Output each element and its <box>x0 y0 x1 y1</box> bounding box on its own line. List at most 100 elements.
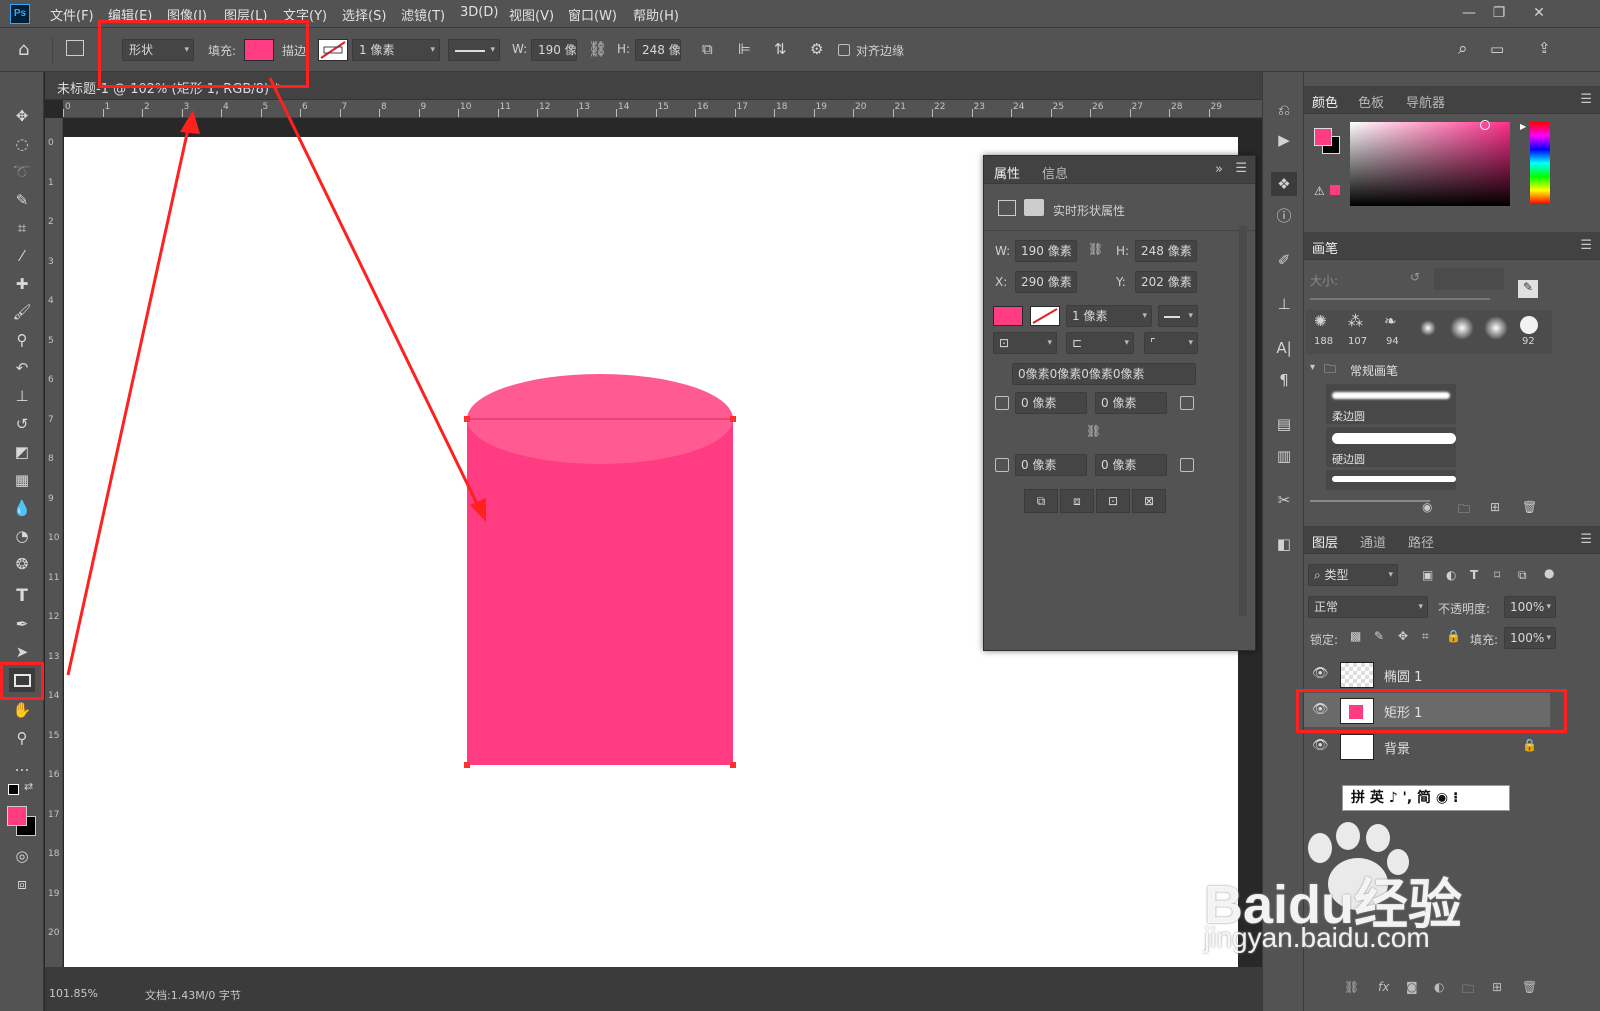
document-size-status[interactable]: 文档:1.43M/0 字节 <box>145 987 241 1003</box>
shape-filter-icon[interactable]: ⌑ <box>1494 568 1500 582</box>
lock-pixels-icon[interactable]: ✎ <box>1374 629 1384 643</box>
prop-height-field[interactable]: 248 像素 <box>1135 240 1197 262</box>
path-combine-icon[interactable]: ⧉ <box>1024 489 1058 513</box>
close-icon[interactable]: ✕ <box>1524 2 1554 24</box>
link-icon[interactable]: ⛓ <box>1088 242 1103 256</box>
layer-name[interactable]: 背景 <box>1384 738 1410 757</box>
width-field[interactable]: 190 像素 <box>531 39 577 61</box>
brush-settings-icon[interactable]: ✐ <box>1271 248 1297 272</box>
corner-tl-field[interactable]: 0 像素 <box>1015 392 1087 414</box>
eyedropper-tool-icon[interactable]: ⁄ <box>9 244 35 268</box>
notes-icon[interactable]: ▥ <box>1271 444 1297 468</box>
brush-size-slider[interactable] <box>1310 298 1490 300</box>
zoom-tool-icon[interactable]: ⚲ <box>9 726 35 750</box>
brush-preset-icon[interactable] <box>1520 316 1538 334</box>
marquee-tool-icon[interactable]: ◌ <box>9 132 35 156</box>
hue-slider[interactable] <box>1530 122 1550 204</box>
collapse-icon[interactable]: » <box>1215 162 1223 177</box>
tab-paths[interactable]: 路径 <box>1408 532 1434 551</box>
screen-mode-icon[interactable]: ⧈ <box>9 872 35 896</box>
path-exclude-icon[interactable]: ⊠ <box>1132 489 1166 513</box>
gradient-tool-icon[interactable]: ▦ <box>9 468 35 492</box>
prop-width-field[interactable]: 190 像素 <box>1015 240 1077 262</box>
search-icon[interactable]: ⌕ <box>1458 39 1468 59</box>
layer-name[interactable]: 椭圆 1 <box>1384 666 1422 685</box>
prop-fill-swatch[interactable] <box>993 306 1023 326</box>
folder-icon[interactable]: 🗀 <box>1462 980 1474 1001</box>
blend-mode-select[interactable]: 正常 ▾ <box>1308 596 1428 618</box>
tab-color[interactable]: 颜色 <box>1312 92 1338 111</box>
corner-tr-field[interactable]: 0 像素 <box>1095 392 1167 414</box>
shape-properties-icon[interactable] <box>998 200 1016 216</box>
menu-filter[interactable]: 滤镜(T) <box>401 5 445 24</box>
prop-stroke-width-field[interactable]: 1 像素 ▾ <box>1066 305 1152 327</box>
brush-group-name[interactable]: 常规画笔 <box>1350 362 1398 379</box>
horizontal-ruler[interactable]: 0 1 2 3 4 5 6 7 8 9 10 11 12 13 14 15 16 17 18 19 20 21 22 23 24… <box>63 100 1280 118</box>
filter-toggle-icon[interactable]: ● <box>1544 566 1554 580</box>
history-icon[interactable]: ⎌ <box>1271 98 1297 122</box>
brush-item[interactable]: 柔边圆 <box>1326 384 1456 424</box>
smart-object-filter-icon[interactable]: ⧉ <box>1518 568 1527 583</box>
info-icon[interactable]: ⓘ <box>1271 204 1297 228</box>
character-icon[interactable]: A| <box>1271 336 1297 360</box>
dodge-tool-icon[interactable]: ◔ <box>9 524 35 548</box>
clone-source-icon[interactable]: ⊥ <box>1271 292 1297 316</box>
lock-artboard-icon[interactable]: ⌗ <box>1422 629 1429 644</box>
stamp-tool-icon[interactable]: ⊥ <box>9 384 35 408</box>
trash-icon[interactable]: 🗑 <box>1522 500 1537 514</box>
brush-preset-icon[interactable] <box>1484 316 1508 340</box>
brush-tool-icon[interactable]: 🖌 <box>9 300 35 324</box>
prop-y-field[interactable]: 202 像素 <box>1135 271 1197 293</box>
properties-scrollbar[interactable] <box>1239 226 1247 616</box>
move-tool-icon[interactable]: ✥ <box>9 104 35 128</box>
reset-icon[interactable]: ↺ <box>1410 270 1420 284</box>
quick-select-tool-icon[interactable]: ✎ <box>9 188 35 212</box>
actions-play-icon[interactable]: ▶ <box>1271 128 1297 152</box>
corner-bl-icon[interactable] <box>995 458 1009 472</box>
brush-size-field[interactable] <box>1434 268 1504 290</box>
corner-br-icon[interactable] <box>1180 458 1194 472</box>
restore-icon[interactable]: ❐ <box>1484 2 1514 24</box>
hue-slider-marker[interactable]: ▶ <box>1520 122 1526 131</box>
stroke-type-select[interactable]: ▾ <box>448 39 500 61</box>
type-filter-icon[interactable]: T <box>1470 568 1478 582</box>
brush-preset-icon[interactable]: ⁂ <box>1348 312 1363 330</box>
menu-select[interactable]: 选择(S) <box>342 5 386 24</box>
prop-x-field[interactable]: 290 像素 <box>1015 271 1077 293</box>
3d-panel-icon[interactable]: ❖ <box>1271 172 1297 196</box>
lasso-tool-icon[interactable]: ➰ <box>9 160 35 184</box>
lock-all-icon[interactable]: 🔒 <box>1446 629 1461 643</box>
zoom-status[interactable]: 101.85% <box>49 987 98 1000</box>
path-subtract-icon[interactable]: ⧈ <box>1060 489 1094 513</box>
healing-brush-tool-icon[interactable]: ✚ <box>9 272 35 296</box>
prop-stroke-type-select[interactable]: ▾ <box>1158 305 1198 327</box>
rectangle-tool-icon[interactable] <box>9 668 35 692</box>
fx-icon[interactable]: fx <box>1378 980 1389 994</box>
history-brush-tool-icon[interactable]: ↶ <box>9 356 35 380</box>
adjustments-icon[interactable]: ◧ <box>1271 532 1297 556</box>
tab-brushes[interactable]: 画笔 <box>1312 238 1338 257</box>
tab-channels[interactable]: 通道 <box>1360 532 1386 551</box>
panel-menu-icon[interactable]: ☰ <box>1235 161 1247 176</box>
path-intersect-icon[interactable]: ⊡ <box>1096 489 1130 513</box>
align-edges-checkbox[interactable] <box>838 44 850 56</box>
color-picker-field[interactable] <box>1350 122 1510 206</box>
color-picker-cursor[interactable] <box>1480 120 1490 130</box>
rectangle-tool-preset-icon[interactable] <box>66 40 84 56</box>
glyphs-icon[interactable]: ▤ <box>1271 412 1297 436</box>
link-icon[interactable]: ⛓ <box>588 40 607 58</box>
tab-navigator[interactable]: 导航器 <box>1406 92 1445 111</box>
color-fg-swatch[interactable] <box>1314 128 1332 146</box>
stamp-tool-icon[interactable]: ⚲ <box>9 328 35 352</box>
stroke-width-field[interactable]: 1 像素 ▾ <box>352 39 440 61</box>
hand-tool-icon[interactable]: ✋ <box>9 698 35 722</box>
panel-menu-icon[interactable]: ☰ <box>1580 238 1592 253</box>
visibility-icon[interactable]: 👁 <box>1312 666 1329 681</box>
path-alignment-icon[interactable]: ⊫ <box>738 40 751 58</box>
prop-stroke-swatch[interactable] <box>1030 306 1060 326</box>
layer-filter-select[interactable]: ⌕ 类型 ▾ <box>1308 564 1398 586</box>
menu-window[interactable]: 窗口(W) <box>568 5 617 24</box>
paragraph-icon[interactable]: ¶ <box>1271 368 1297 392</box>
visibility-icon[interactable]: 👁 <box>1312 738 1329 753</box>
fill-opacity-field[interactable]: 100% ▾ <box>1504 627 1556 649</box>
